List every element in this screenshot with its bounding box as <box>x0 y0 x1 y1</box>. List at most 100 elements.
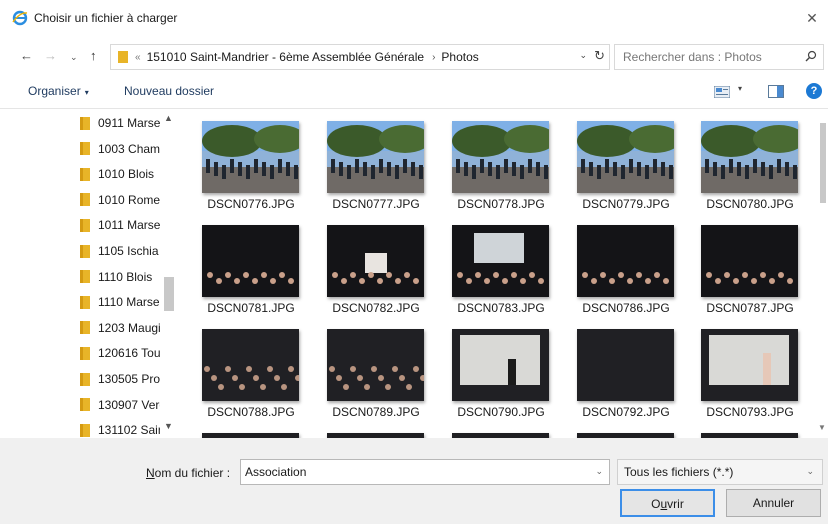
file-item[interactable]: DSCN0776.JPG <box>182 109 302 213</box>
photo-thumbnail[interactable] <box>577 121 674 193</box>
folder-icon <box>80 372 90 386</box>
breadcrumb-current[interactable]: Photos <box>441 50 478 64</box>
file-item[interactable]: DSCN0780.JPG <box>681 109 801 213</box>
folder-tree-label: 131102 Saint <box>98 423 160 438</box>
change-view-icon[interactable] <box>714 86 730 98</box>
photo-thumbnail[interactable] <box>452 225 549 297</box>
photo-thumbnail[interactable] <box>577 225 674 297</box>
folder-icon <box>80 398 90 412</box>
filename-value[interactable]: Association <box>245 465 306 479</box>
photo-thumbnail[interactable] <box>577 329 674 401</box>
folder-icon <box>80 321 90 335</box>
view-dropdown-icon[interactable]: ▾ <box>738 84 742 93</box>
file-item[interactable]: DSCN0792.JPG <box>557 317 677 421</box>
navigation-pane: 0911 Marseille 1003 Chambéry 1010 Blois 101… <box>0 109 178 438</box>
photo-thumbnail[interactable] <box>202 225 299 297</box>
photo-thumbnail[interactable] <box>202 329 299 401</box>
folder-tree-item[interactable]: 1010 Blois <box>80 163 160 185</box>
photo-thumbnail-image <box>577 121 674 193</box>
file-item-partial[interactable] <box>182 421 302 438</box>
photo-thumbnail-image <box>327 225 424 297</box>
title-bar: Choisir un fichier à charger ✕ <box>0 0 828 36</box>
scrollbar-thumb[interactable] <box>164 277 174 311</box>
folder-tree-label: 0911 Marseille <box>98 116 160 130</box>
window-title: Choisir un fichier à charger <box>34 11 178 25</box>
filename-dropdown-icon[interactable]: ⌄ <box>595 466 603 477</box>
organize-button[interactable]: Organiser ▾ <box>28 84 89 98</box>
folder-tree-item[interactable]: 1010 Rome <box>80 189 160 211</box>
search-input[interactable]: Rechercher dans : Photos <box>614 44 824 70</box>
breadcrumb-parent[interactable]: 151010 Saint-Mandrier - 6ème Assemblée G… <box>147 50 425 64</box>
file-item[interactable]: DSCN0790.JPG <box>432 317 552 421</box>
folder-tree-item[interactable]: 1203 Maugio <box>80 317 160 339</box>
photo-thumbnail[interactable] <box>452 329 549 401</box>
file-item[interactable]: DSCN0787.JPG <box>681 213 801 317</box>
breadcrumb-separator-icon[interactable]: › <box>432 52 435 63</box>
back-arrow-icon[interactable]: ← <box>20 48 33 63</box>
photo-thumbnail[interactable] <box>452 121 549 193</box>
folder-tree-item[interactable]: 0911 Marseille <box>80 112 160 134</box>
file-item[interactable]: DSCN0786.JPG <box>557 213 677 317</box>
file-item-partial[interactable] <box>432 421 552 438</box>
address-bar[interactable]: « 151010 Saint-Mandrier - 6ème Assemblée… <box>110 44 610 70</box>
filetype-dropdown-icon[interactable]: ⌄ <box>806 466 814 477</box>
close-icon[interactable]: ✕ <box>804 10 820 27</box>
cancel-button[interactable]: Annuler <box>726 489 821 517</box>
file-item[interactable]: DSCN0783.JPG <box>432 213 552 317</box>
file-item[interactable]: DSCN0782.JPG <box>307 213 427 317</box>
file-item[interactable]: DSCN0789.JPG <box>307 317 427 421</box>
photo-thumbnail[interactable] <box>327 225 424 297</box>
photo-thumbnail[interactable] <box>701 121 798 193</box>
file-item[interactable]: DSCN0781.JPG <box>182 213 302 317</box>
folder-tree-label: 1010 Rome <box>98 192 160 207</box>
open-button[interactable]: Ouvrir <box>620 489 715 517</box>
photo-thumbnail[interactable] <box>202 121 299 193</box>
filename-field[interactable]: Association ⌄ <box>240 459 610 485</box>
new-folder-button[interactable]: Nouveau dossier <box>124 84 214 98</box>
filetype-value: Tous les fichiers (*.*) <box>624 465 734 479</box>
file-name: DSCN0781.JPG <box>207 301 295 315</box>
file-item-partial[interactable] <box>557 421 677 438</box>
file-item[interactable]: DSCN0777.JPG <box>307 109 427 213</box>
forward-arrow-icon[interactable]: → <box>44 48 57 63</box>
folder-tree-item[interactable]: 1110 Marseille <box>80 291 160 313</box>
file-name: DSCN0776.JPG <box>207 197 295 211</box>
refresh-icon[interactable]: ↻ <box>594 48 605 64</box>
up-arrow-icon[interactable]: ↑ <box>90 48 97 63</box>
file-item[interactable]: DSCN0779.JPG <box>557 109 677 213</box>
folder-tree-item[interactable]: 1003 Chambéry <box>80 138 160 160</box>
photo-thumbnail[interactable] <box>327 329 424 401</box>
folder-tree-item[interactable]: 1011 Marseille <box>80 214 160 236</box>
folder-tree-item[interactable]: 130505 Provence <box>80 368 160 390</box>
file-name: DSCN0780.JPG <box>706 197 794 211</box>
photo-thumbnail[interactable] <box>701 329 798 401</box>
navigation-pane-scrollbar[interactable]: ▲ ▼ <box>162 109 176 438</box>
photo-thumbnail[interactable] <box>701 225 798 297</box>
file-item-partial[interactable] <box>681 421 801 438</box>
address-overflow-icon[interactable]: « <box>135 52 141 63</box>
scroll-up-icon[interactable]: ▲ <box>164 113 173 123</box>
help-icon[interactable]: ? <box>806 83 822 99</box>
folder-tree-item[interactable]: 1110 Blois <box>80 266 160 288</box>
filetype-select[interactable]: Tous les fichiers (*.*) ⌄ <box>617 459 823 485</box>
file-item[interactable]: DSCN0778.JPG <box>432 109 552 213</box>
address-dropdown-icon[interactable]: ⌄ <box>579 50 587 61</box>
recent-locations-chevron-icon[interactable]: ⌄ <box>70 52 78 63</box>
navigation-bar: ← → ⌄ ↑ « 151010 Saint-Mandrier - 6ème A… <box>0 42 828 74</box>
folder-tree-item[interactable]: 131102 Saint <box>80 419 160 438</box>
folder-tree-item[interactable]: 130907 Verdon <box>80 394 160 416</box>
file-item[interactable]: DSCN0793.JPG <box>681 317 801 421</box>
search-icon[interactable] <box>805 50 817 62</box>
file-grid-scrollbar[interactable]: ▼ <box>818 109 828 438</box>
preview-pane-icon[interactable] <box>768 85 784 98</box>
scroll-down-icon[interactable]: ▼ <box>818 423 826 432</box>
photo-thumbnail-image <box>202 329 299 401</box>
photo-thumbnail[interactable] <box>327 121 424 193</box>
file-item[interactable]: DSCN0788.JPG <box>182 317 302 421</box>
file-item-partial[interactable] <box>307 421 427 438</box>
folder-tree-item[interactable]: 1105 Ischia <box>80 240 160 262</box>
scroll-down-icon[interactable]: ▼ <box>164 421 173 431</box>
dialog-footer: Nom du fichier : Association ⌄ Tous les … <box>0 438 828 524</box>
folder-tree-item[interactable]: 120616 Toulon <box>80 342 160 364</box>
scrollbar-thumb[interactable] <box>820 123 826 203</box>
